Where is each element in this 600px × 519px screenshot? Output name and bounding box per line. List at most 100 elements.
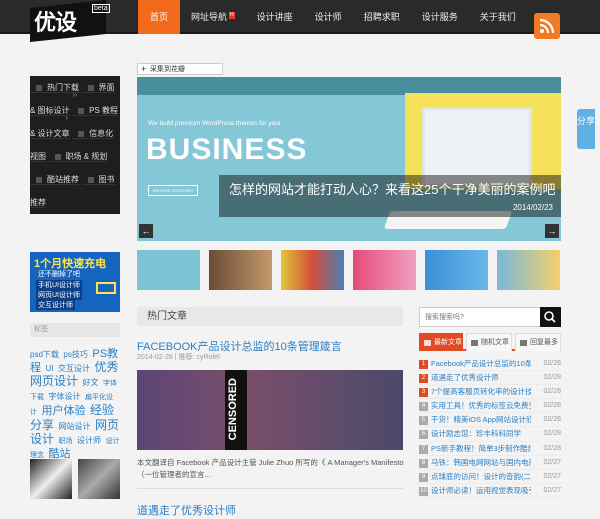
rank-number: 5 [419,416,428,426]
nav-label: 招聘求职 [363,12,400,22]
download-icon [36,85,42,91]
tag-link[interactable]: psd下载 [30,350,59,359]
tag-link[interactable]: UI [46,364,54,373]
tag-link[interactable]: 字体设计 [49,392,81,401]
article-excerpt: 本文翻译自 Facebook 产品设计主管 Julie Zhuo 所写的《 A … [137,458,404,479]
nav-item-home[interactable]: 首页 [138,0,181,34]
search-input[interactable] [419,307,541,327]
slide-caption-title: 怎样的网站才能打动人心？来看这25个干净美丽的案例吧 [229,182,556,197]
slide-thumbnail[interactable] [281,250,344,290]
sidebar-item-label: 职场 & 规划 [65,152,108,161]
slide-thumbnail[interactable] [137,250,200,290]
slider-next-button[interactable]: → [545,224,559,238]
tab-latest[interactable]: 最新文章 [419,333,463,351]
shuffle-icon [471,340,478,346]
list-item-date: 02/28 [543,402,561,410]
list-item[interactable]: 3 7个提高客服页转化率的设计技 02/28 [419,385,561,400]
divider [137,488,403,489]
tag-link[interactable]: 好文 [83,378,99,387]
course-ad-banner[interactable]: 1个月快速充电 还不删掉了吧 手机UI设计师 网页UI设计师 交互设计师 [30,252,120,312]
tag-link[interactable]: 设计师 [77,436,101,445]
nav-label: 网址导航 [191,12,228,22]
list-item[interactable]: 9 点球底的访问！设计的音韵(二) 02/27 [419,470,561,484]
ad-line: 网页UI设计师 [36,290,82,300]
list-item-title[interactable]: 干货！精美iOS App网站设计欣赏 [431,413,531,426]
latest-articles-list: 1 Facebook产品设计总监的10条 02/28 2 道遇走了优秀设计师 02/28 3… [419,357,561,498]
featured-slider[interactable]: We build premium WordPress themes for yo… [137,77,561,241]
sidebar-item-career[interactable]: 职场 & 规划 [48,152,108,162]
list-item-date: 02/27 [543,486,561,494]
tag-cloud: psd下载 ps技巧 PS教程 UI 交互设计 优秀网页设计 好文 字体下载 字… [30,348,122,462]
chevron-right-icon: › [74,90,78,99]
featured-thumbnail[interactable] [30,459,72,499]
tag-link[interactable]: 用户体验 [42,405,86,417]
main-nav: 首页 网址导航 H 设计讲座 设计师 招聘求职 设计服务 关于我们 [138,0,527,34]
slide-caption-date: 2014/02/23 [512,203,553,212]
rank-number: 4 [419,402,428,412]
list-item[interactable]: 10 设计师必读！运用视觉表现吸引 02/27 [419,484,561,498]
sidebar-item-downloads[interactable]: 热门下载 › [30,83,79,99]
list-item[interactable]: 2 道遇走了优秀设计师 02/28 [419,371,561,386]
tags-heading: 标签 [30,323,120,337]
rank-number: 8 [419,458,428,468]
list-item-date: 02/28 [543,360,561,367]
search-button[interactable] [540,307,561,327]
slide-thumbnail[interactable] [425,250,488,290]
tab-most-replies[interactable]: 回复最多 [515,333,561,351]
list-item-date: 02/28 [543,444,561,452]
rss-icon[interactable] [534,13,560,39]
list-item[interactable]: 4 实用工具！优秀的标签云免费生 02/28 [419,399,561,414]
rank-number: 7 [419,444,428,454]
tag-link[interactable]: 职场 [59,438,73,445]
slide-thumbnail[interactable] [209,250,272,290]
list-item-date: 02/28 [543,388,561,396]
rss-glyph [539,18,555,34]
book-icon [87,177,94,183]
list-item-title[interactable]: 道遇走了优秀设计师 [431,371,531,384]
comment-icon [520,340,527,346]
share-button[interactable]: 分享 [577,109,595,149]
nav-item-services[interactable]: 设计服务 [411,0,469,34]
list-item[interactable]: 1 Facebook产品设计总监的10条 02/28 [419,357,561,372]
nav-item-about[interactable]: 关于我们 [469,0,527,34]
nav-item-directory[interactable]: 网址导航 H [180,0,246,34]
nav-item-designers[interactable]: 设计师 [304,0,353,34]
tag-link[interactable]: 交互设计 [58,364,90,373]
list-item-title[interactable]: 7个提高客服页转化率的设计技 [431,385,531,398]
article-image[interactable]: CENSORED [137,370,403,450]
list-item-title[interactable]: Facebook产品设计总监的10条 [431,357,531,370]
slide-thumbnail[interactable] [497,250,560,290]
collect-to-huaban-button[interactable]: 采集到花瓣 [137,63,223,75]
list-item-title[interactable]: 设计师必读！运用视觉表现吸引 [431,484,531,497]
slide-small-text: We build premium WordPress themes for yo… [148,120,282,127]
site-logo[interactable]: 优设 [34,5,77,37]
list-item[interactable]: 7 PS新手教程！简单3步制作酷炫 02/28 [419,442,561,456]
tag-link[interactable]: 网站设计 [59,422,91,431]
article-title[interactable]: 道遇走了优秀设计师 [137,502,236,518]
chevron-right-icon: › [65,113,69,122]
list-item[interactable]: 6 设计励志馆：珍丰科科同学 02/28 [419,427,561,442]
list-item-title[interactable]: PS新手教程！简单3步制作酷炫 [431,442,531,455]
list-item[interactable]: 5 干货！精美iOS App网站设计欣赏 02/28 [419,413,561,428]
ad-line: 手机UI设计师 [36,280,82,290]
tab-label: 回复最多 [530,339,558,346]
list-item-title[interactable]: 马铁：韩国电网网站与国内电商 [431,456,531,469]
tab-random[interactable]: 随机文章 [466,333,512,351]
slide-thumbnail[interactable] [353,250,416,290]
list-icon [424,340,431,346]
rank-number: 10 [419,486,428,496]
list-item-title[interactable]: 设计励志馆：珍丰科科同学 [431,427,531,440]
slide-caption[interactable]: 怎样的网站才能打动人心？来看这25个干净美丽的案例吧 2014/02/23 [219,175,561,217]
nav-item-lectures[interactable]: 设计讲座 [246,0,304,34]
sidebar-item-label: 酷站推荐 [47,175,79,184]
list-item[interactable]: 8 马铁：韩国电网网站与国内电商 02/27 [419,456,561,470]
slider-prev-button[interactable]: ← [139,224,153,238]
list-item-date: 02/27 [543,458,561,466]
ad-line: 交互设计师 [36,300,75,310]
nav-item-jobs[interactable]: 招聘求职 [353,0,411,34]
tag-link[interactable]: ps技巧 [63,350,87,359]
list-item-title[interactable]: 点球底的访问！设计的音韵(二) [431,470,531,483]
sidebar-item-cool-sites[interactable]: 酷站推荐 [30,175,79,185]
featured-thumbnail[interactable] [78,459,120,499]
list-item-title[interactable]: 实用工具！优秀的标签云免费生 [431,399,531,412]
